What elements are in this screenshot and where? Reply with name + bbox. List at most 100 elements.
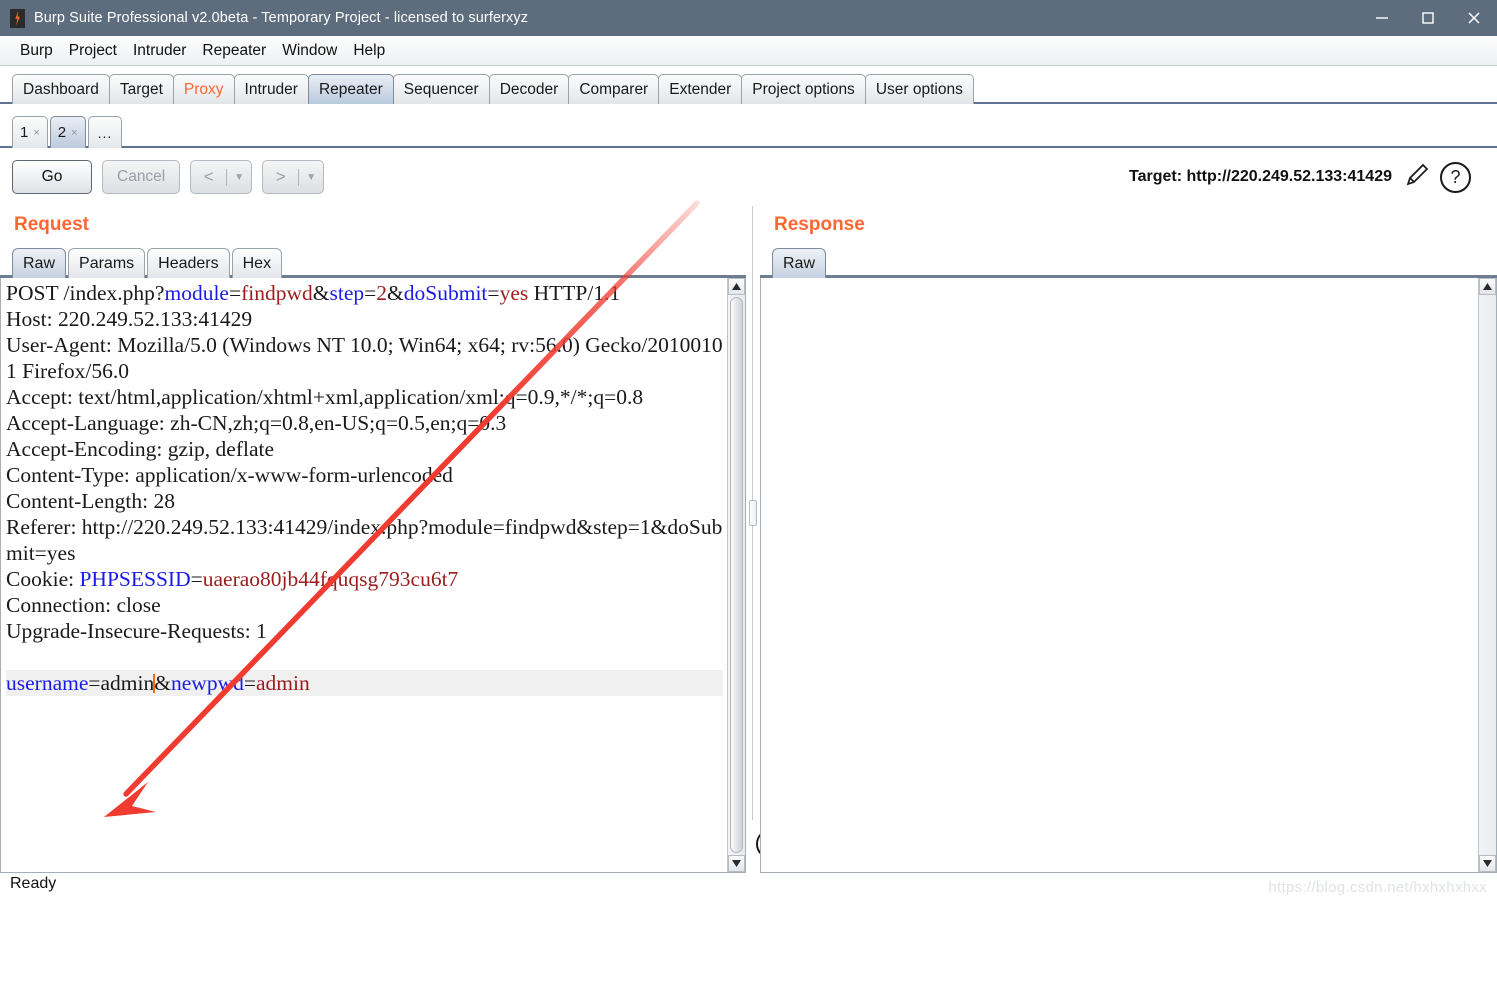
tab-target[interactable]: Target: [108, 74, 174, 104]
param-value: uaerao80jb44fquqsg793cu6t7: [202, 567, 459, 591]
raw-text: User-Agent: Mozilla/5.0 (Windows NT 10.0…: [6, 333, 723, 383]
raw-text: =: [190, 567, 203, 591]
menu-item-intruder[interactable]: Intruder: [125, 40, 194, 62]
watermark-text: https://blog.csdn.net/hxhxhxhxx: [1268, 879, 1487, 896]
close-icon[interactable]: [1451, 0, 1497, 36]
tab-intruder[interactable]: Intruder: [233, 74, 309, 104]
request-line: User-Agent: Mozilla/5.0 (Windows NT 10.0…: [6, 332, 723, 384]
repeater-tab-more[interactable]: ...: [87, 116, 123, 148]
panel-splitter[interactable]: [746, 206, 760, 820]
repeater-tab-2-label: 2: [57, 124, 67, 141]
request-tab-hex[interactable]: Hex: [231, 248, 283, 278]
menu-item-project[interactable]: Project: [61, 40, 125, 62]
repeater-tab-2[interactable]: 2 ×: [49, 116, 86, 148]
raw-text: Accept: text/html,application/xhtml+xml,…: [6, 385, 644, 409]
request-line: Referer: http://220.249.52.133:41429/ind…: [6, 514, 723, 566]
request-scrollbar[interactable]: [727, 278, 745, 872]
splitter-grip[interactable]: [749, 500, 757, 526]
raw-text: Host: 220.249.52.133:41429: [6, 307, 253, 331]
target-area: Target: http://220.249.52.133:41429 ?: [1129, 160, 1485, 195]
request-tab-bar: Raw Params Headers Hex: [0, 242, 746, 278]
response-editor-wrap: [760, 278, 1497, 873]
menu-item-window[interactable]: Window: [274, 40, 345, 62]
request-line: Host: 220.249.52.133:41429: [6, 306, 723, 332]
request-line: POST /index.php?module=findpwd&step=2&do…: [6, 280, 723, 306]
tab-decoder[interactable]: Decoder: [488, 74, 570, 104]
param-value: yes: [499, 281, 529, 305]
tab-user-options[interactable]: User options: [864, 74, 974, 104]
pencil-edit-icon[interactable]: [1401, 160, 1431, 195]
repeater-toolbar: Go Cancel < ▼ > ▼ Target: http://220.249…: [0, 148, 1497, 206]
tab-extender[interactable]: Extender: [658, 74, 743, 104]
scrollbar-thumb[interactable]: [730, 297, 743, 853]
request-raw-editor[interactable]: POST /index.php?module=findpwd&step=2&do…: [1, 278, 727, 872]
request-tab-headers[interactable]: Headers: [147, 248, 230, 278]
request-line: Connection: close: [6, 592, 723, 618]
back-arrow-icon: <: [203, 167, 214, 186]
tab-repeater[interactable]: Repeater: [307, 74, 394, 104]
param-name: PHPSESSID: [79, 567, 191, 591]
help-question-icon[interactable]: ?: [1440, 161, 1471, 193]
response-tab-bar: Raw: [760, 242, 1497, 278]
response-scrollbar[interactable]: [1478, 278, 1496, 872]
request-line: Accept: text/html,application/xhtml+xml,…: [6, 384, 723, 410]
minimize-icon[interactable]: [1359, 0, 1405, 36]
raw-text: Content-Type: application/x-www-form-url…: [6, 463, 453, 487]
tab-dashboard[interactable]: Dashboard: [12, 74, 110, 104]
request-line: Content-Type: application/x-www-form-url…: [6, 462, 723, 488]
raw-text: POST /index.php?: [6, 281, 165, 305]
message-panels: Request Raw Params Headers Hex POST /ind…: [0, 206, 1497, 873]
menu-item-help[interactable]: Help: [345, 40, 393, 62]
request-line: Accept-Encoding: gzip, deflate: [6, 436, 723, 462]
request-line: Cookie: PHPSESSID=uaerao80jb44fquqsg793c…: [6, 566, 723, 592]
raw-text: &: [154, 671, 171, 695]
raw-text: HTTP/1.1: [528, 281, 621, 305]
maximize-icon[interactable]: [1405, 0, 1451, 36]
request-panel: Request Raw Params Headers Hex POST /ind…: [0, 206, 746, 873]
repeater-tab-1-label: 1: [20, 124, 29, 141]
request-body-line[interactable]: username=admin&newpwd=admin: [6, 670, 723, 696]
request-tab-raw[interactable]: Raw: [12, 248, 67, 278]
tab-sequencer[interactable]: Sequencer: [392, 74, 490, 104]
param-name: doSubmit: [403, 281, 488, 305]
raw-text: Upgrade-Insecure-Requests: 1: [6, 619, 267, 643]
raw-text: =: [228, 281, 242, 305]
request-line: Upgrade-Insecure-Requests: 1: [6, 618, 723, 644]
repeater-tab-1[interactable]: 1 ×: [12, 116, 48, 148]
title-bar: Burp Suite Professional v2.0beta - Tempo…: [0, 0, 1497, 36]
raw-text: Cookie:: [6, 567, 80, 591]
raw-text: =: [364, 281, 377, 305]
param-value: findpwd: [241, 281, 313, 305]
request-line: Content-Length: 28: [6, 488, 723, 514]
scroll-up-icon[interactable]: [728, 278, 745, 295]
request-tab-params[interactable]: Params: [68, 248, 146, 278]
raw-text: Accept-Language: zh-CN,zh;q=0.8,en-US;q=…: [6, 411, 507, 435]
param-name: username: [6, 671, 89, 695]
raw-text: =: [243, 671, 256, 695]
request-title: Request: [14, 214, 89, 235]
response-tab-raw[interactable]: Raw: [772, 248, 827, 278]
menu-item-burp[interactable]: Burp: [12, 40, 61, 62]
cancel-button: Cancel: [102, 160, 181, 194]
menu-bar: Burp Project Intruder Repeater Window He…: [0, 36, 1497, 66]
tab-comparer[interactable]: Comparer: [568, 74, 660, 104]
raw-text: =: [487, 281, 500, 305]
tab-project-options[interactable]: Project options: [741, 74, 866, 104]
status-text: Ready: [10, 875, 57, 892]
response-raw-editor[interactable]: [761, 278, 1478, 872]
window-controls: [1359, 0, 1497, 36]
back-button: < ▼: [190, 160, 253, 194]
close-icon[interactable]: ×: [71, 127, 77, 139]
scroll-up-icon[interactable]: [1479, 278, 1496, 295]
status-bar: Ready https://blog.csdn.net/hxhxhxhxx: [0, 868, 1497, 900]
menu-item-repeater[interactable]: Repeater: [194, 40, 274, 62]
raw-text: Connection: close: [6, 593, 161, 617]
param-name: module: [164, 281, 229, 305]
raw-text: &: [312, 281, 330, 305]
tab-proxy[interactable]: Proxy: [172, 74, 235, 104]
raw-text: =admin: [88, 671, 155, 695]
chevron-down-icon: ▼: [306, 171, 317, 183]
repeater-tab-bar: 1 × 2 × ...: [0, 104, 1497, 148]
go-button[interactable]: Go: [12, 160, 92, 194]
close-icon[interactable]: ×: [33, 127, 39, 139]
